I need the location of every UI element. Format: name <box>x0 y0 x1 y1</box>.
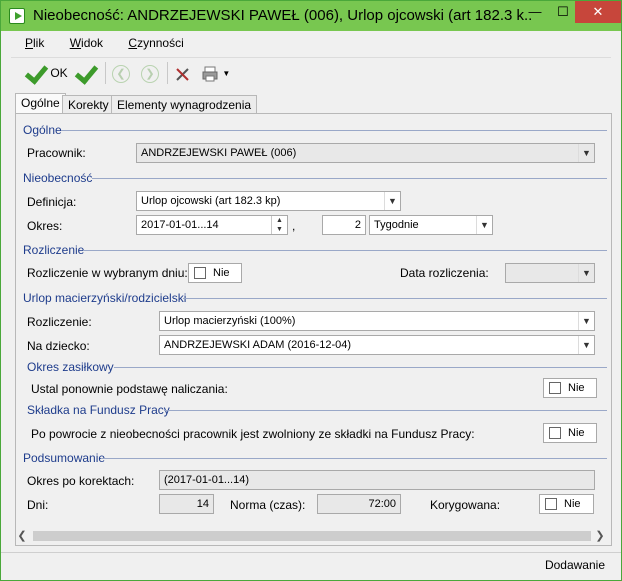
okres-separator: , <box>292 219 296 233</box>
ustal-label: Ustal ponownie podstawę naliczania: <box>31 382 228 396</box>
horizontal-scrollbar[interactable]: ❮ ❯ <box>15 528 612 544</box>
section-rozliczenie: Rozliczenie <box>23 243 85 257</box>
dni-label: Dni: <box>27 498 49 512</box>
pracownik-label: Pracownik: <box>27 146 86 160</box>
scroll-right-icon[interactable]: ❯ <box>593 528 607 544</box>
toolbar-separator <box>105 62 106 84</box>
norma-label: Norma (czas): <box>230 498 306 512</box>
tools-button[interactable] <box>174 61 192 85</box>
minimize-button[interactable]: — <box>521 1 549 23</box>
na-dziecko-label: Na dziecko: <box>27 339 90 353</box>
data-rozliczenia-select[interactable]: ▼ <box>505 263 595 283</box>
rozliczenie-dniu-label: Rozliczenie w wybranym dniu: <box>27 266 188 280</box>
section-nieobecnosc: Nieobecność <box>23 171 93 185</box>
urlop-rozliczenie-label: Rozliczenie: <box>27 315 92 329</box>
okres-unit-select[interactable]: Tygodnie ▼ <box>369 215 493 235</box>
check-icon <box>73 61 97 83</box>
checkbox-icon <box>194 267 206 279</box>
divider <box>164 410 607 411</box>
okres-input[interactable]: 2017-01-01...14 ▲ ▼ <box>136 215 288 235</box>
spinner-icon[interactable]: ▲ ▼ <box>271 216 287 234</box>
save-apply-button[interactable] <box>73 61 97 85</box>
ustal-checkbox[interactable]: Nie <box>543 378 597 398</box>
menu-bar: Plik Widok Czynności <box>11 33 192 53</box>
urlop-rozliczenie-select[interactable]: Urlop macierzyński (100%) ▼ <box>159 311 595 331</box>
chevron-down-icon: ▼ <box>578 312 594 330</box>
status-text: Dodawanie <box>544 558 605 572</box>
window-title: Nieobecność: ANDRZEJEWSKI PAWEŁ (006), U… <box>33 7 533 24</box>
divider <box>101 458 607 459</box>
divider <box>183 298 607 299</box>
rozliczenie-dniu-checkbox[interactable]: Nie <box>188 263 242 283</box>
tools-icon <box>176 68 189 81</box>
divider <box>92 178 607 179</box>
title-bar[interactable]: Nieobecność: ANDRZEJEWSKI PAWEŁ (006), U… <box>1 1 621 31</box>
toolbar-separator <box>167 62 168 84</box>
section-okres-zasilkowy: Okres zasiłkowy <box>27 360 114 374</box>
tab-ogolne[interactable]: Ogólne <box>15 93 66 115</box>
tab-korekty[interactable]: Korekty <box>62 95 115 114</box>
korygowana-label: Korygowana: <box>430 498 501 512</box>
chevron-down-icon: ▼ <box>578 264 594 282</box>
print-dropdown-icon[interactable]: ▼ <box>222 69 230 78</box>
okres-po-korektach-label: Okres po korektach: <box>27 474 135 488</box>
pracownik-select[interactable]: ANDRZEJEWSKI PAWEŁ (006) ▼ <box>136 143 595 163</box>
scroll-left-icon[interactable]: ❮ <box>15 528 29 544</box>
tab-elementy-wynagrodzenia[interactable]: Elementy wynagrodzenia <box>111 95 258 114</box>
chevron-down-icon: ▼ <box>578 144 594 162</box>
arrow-right-icon: ❯ <box>141 65 159 83</box>
scroll-thumb[interactable] <box>33 531 591 541</box>
status-bar: Dodawanie <box>1 552 621 580</box>
definicja-label: Definicja: <box>27 195 77 209</box>
menu-czynnosci[interactable]: Czynności <box>128 33 183 53</box>
back-button[interactable]: ❮ <box>112 61 130 85</box>
divider <box>83 250 607 251</box>
divider <box>61 130 607 131</box>
okres-po-korektach-value: (2017-01-01...14) <box>159 470 595 490</box>
section-ogolne: Ogólne <box>23 123 62 137</box>
section-podsumowanie: Podsumowanie <box>23 451 106 465</box>
ok-button[interactable]: OK <box>23 61 67 85</box>
dni-value: 14 <box>159 494 214 514</box>
chevron-down-icon: ▼ <box>384 192 400 210</box>
checkbox-icon <box>549 427 561 439</box>
chevron-down-icon: ▼ <box>476 216 492 234</box>
checkbox-icon <box>545 498 557 510</box>
tab-panel-ogolne: Ogólne Pracownik: ANDRZEJEWSKI PAWEŁ (00… <box>15 113 612 546</box>
checkbox-icon <box>549 382 561 394</box>
korygowana-checkbox[interactable]: Nie <box>539 494 594 514</box>
section-urlop: Urlop macierzyński/rodzicielski <box>23 291 187 305</box>
okres-label: Okres: <box>27 219 63 233</box>
na-dziecko-select[interactable]: ANDRZEJEWSKI ADAM (2016-12-04) ▼ <box>159 335 595 355</box>
po-powrocie-label: Po powrocie z nieobecności pracownik jes… <box>31 427 475 441</box>
menu-widok[interactable]: Widok <box>70 33 103 53</box>
check-icon <box>23 61 47 83</box>
arrow-left-icon: ❮ <box>112 65 130 83</box>
toolbar: OK ❮ ❯ ▼ <box>11 57 611 87</box>
absence-window: Nieobecność: ANDRZEJEWSKI PAWEŁ (006), U… <box>0 0 622 581</box>
po-powrocie-checkbox[interactable]: Nie <box>543 423 597 443</box>
section-skladka: Składka na Fundusz Pracy <box>27 403 170 417</box>
forward-button[interactable]: ❯ <box>141 61 159 85</box>
app-icon <box>9 8 25 24</box>
data-rozliczenia-label: Data rozliczenia: <box>400 266 489 280</box>
definicja-select[interactable]: Urlop ojcowski (art 182.3 kp) ▼ <box>136 191 401 211</box>
menu-plik[interactable]: Plik <box>25 33 44 53</box>
close-button[interactable]: ✕ <box>575 1 621 23</box>
maximize-button[interactable]: ☐ <box>549 1 577 23</box>
printer-icon <box>202 66 218 82</box>
print-button[interactable]: ▼ <box>201 61 230 85</box>
divider <box>114 367 607 368</box>
chevron-down-icon: ▼ <box>578 336 594 354</box>
norma-value: 72:00 <box>317 494 401 514</box>
okres-count-input[interactable]: 2 <box>322 215 366 235</box>
